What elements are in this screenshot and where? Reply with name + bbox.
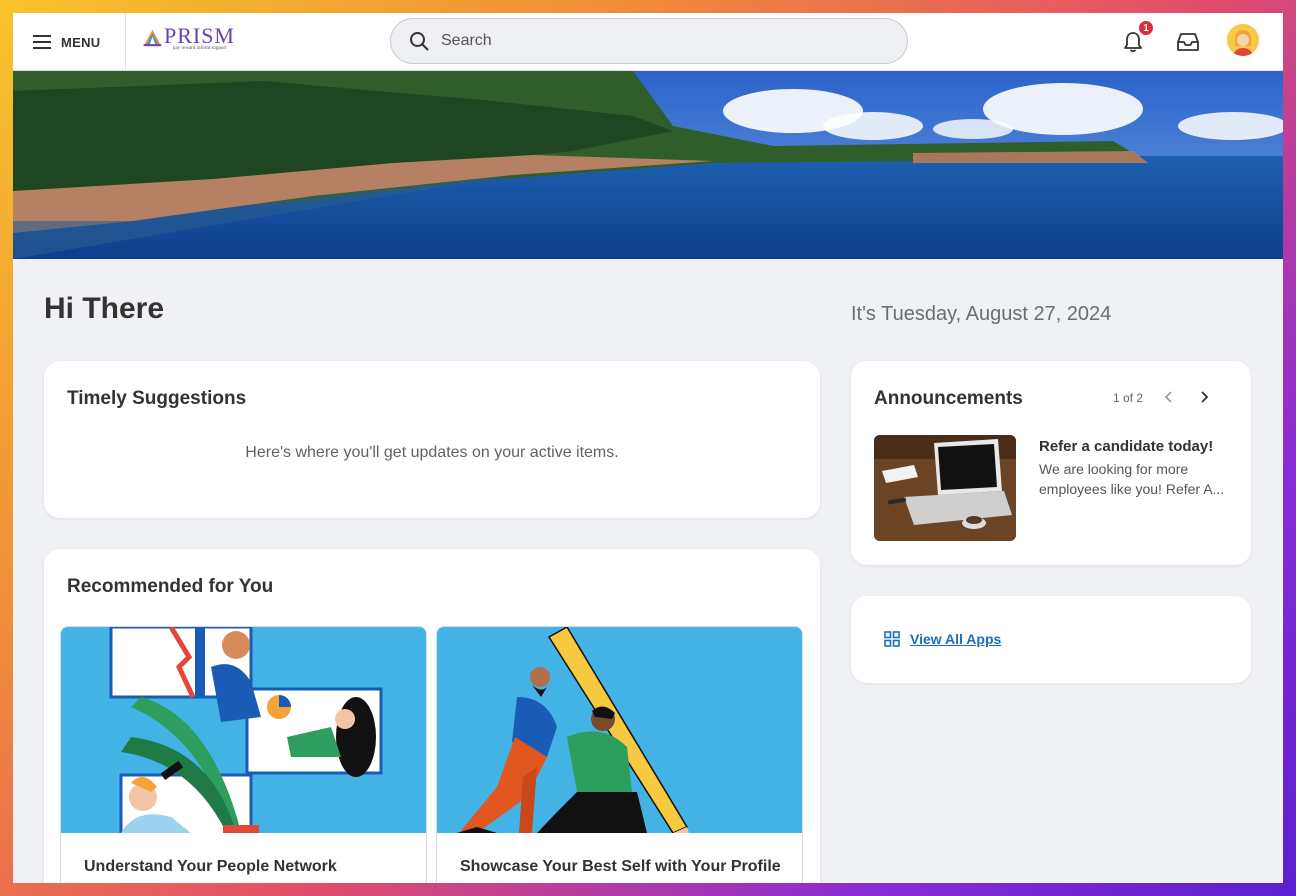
apps-card: View All Apps: [851, 596, 1251, 683]
inbox-icon: [1177, 33, 1199, 51]
current-date: It's Tuesday, August 27, 2024: [851, 303, 1112, 325]
grid-icon: [884, 631, 900, 647]
search-input[interactable]: [441, 32, 861, 50]
logo-text: PRISM: [163, 23, 235, 48]
inbox-button[interactable]: [1172, 26, 1204, 58]
profile-illustration: [437, 627, 802, 833]
search-bar[interactable]: [390, 18, 908, 64]
announcements-pager: 1 of 2: [1113, 391, 1144, 405]
timely-suggestions-title: Timely Suggestions: [67, 388, 247, 409]
search-icon: [410, 32, 429, 51]
profile-title: Showcase Your Best Self with Your Profil…: [460, 858, 781, 875]
announcement-text: We are looking for more employees like y…: [1039, 461, 1225, 497]
prism-logo[interactable]: PRISM pay reward inform support: [143, 25, 235, 55]
logo-tagline: pay reward inform support: [173, 46, 227, 51]
logo-mark-icon: [143, 29, 162, 47]
user-avatar[interactable]: [1227, 24, 1259, 56]
recommended-title: Recommended for You: [67, 576, 274, 597]
chevron-left-icon: [1164, 391, 1172, 403]
view-all-apps-link[interactable]: View All Apps: [884, 631, 1001, 647]
recommended-card: Recommended for You Understand Your Peop…: [44, 549, 820, 883]
chevron-right-icon: [1201, 391, 1209, 403]
app-frame: MENU PRISM pay reward inform support Sea…: [13, 13, 1283, 883]
recommended-tile-people-network[interactable]: Understand Your People Network: [60, 626, 427, 883]
menu-label: MENU: [61, 34, 101, 50]
view-all-apps-label: View All Apps: [910, 631, 1002, 647]
announcements-next-button[interactable]: [1194, 387, 1214, 407]
people-network-title: Understand Your People Network: [84, 858, 337, 875]
announcements-card: Announcements 1 of 2 Refer a candidate t…: [851, 361, 1251, 565]
top-bar: MENU PRISM pay reward inform support Sea…: [13, 13, 1283, 71]
announcements-title: Announcements: [874, 388, 1023, 409]
menu-button[interactable]: MENU: [13, 13, 126, 71]
avatar-icon: [1227, 24, 1259, 56]
menu-icon: [33, 35, 51, 49]
notification-badge: 1: [1137, 19, 1155, 37]
greeting-heading: Hi There: [44, 292, 165, 325]
announcements-prev-button[interactable]: [1159, 387, 1179, 407]
timely-suggestions-empty-text: Here's where you'll get updates on your …: [245, 444, 619, 461]
timely-suggestions-card: Timely Suggestions Here's where you'll g…: [44, 361, 820, 518]
recommended-tile-profile[interactable]: Showcase Your Best Self with Your Profil…: [436, 626, 803, 883]
hero-banner-image: [13, 71, 1283, 259]
announcement-thumbnail[interactable]: [874, 435, 1016, 541]
people-network-illustration: [61, 627, 426, 833]
announcement-title[interactable]: Refer a candidate today!: [1039, 438, 1213, 455]
